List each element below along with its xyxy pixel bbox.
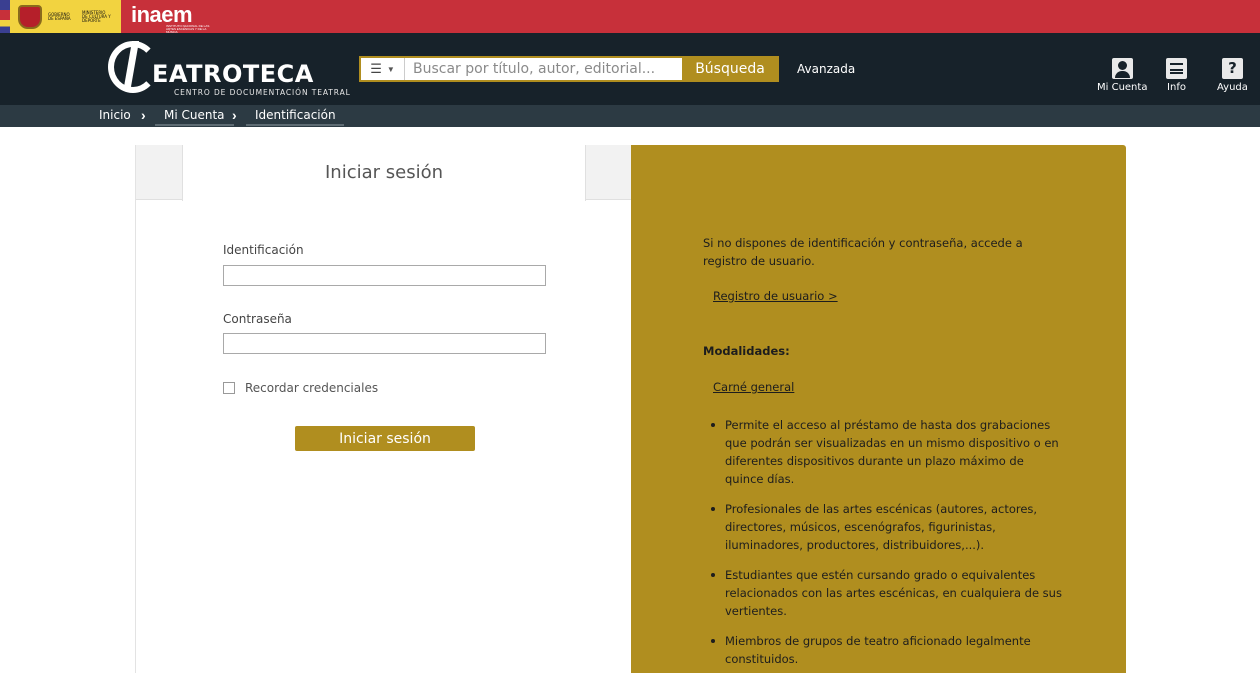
identification-label: Identificación	[223, 243, 304, 257]
list-item: Permite el acceso al préstamo de hasta d…	[711, 416, 1065, 488]
info-label: Info	[1167, 82, 1186, 93]
search-bar: ☰▼ Búsqueda	[359, 56, 779, 82]
login-panel: Iniciar sesión Identificación Contraseña…	[135, 145, 632, 673]
help-button[interactable]: ? Ayuda	[1217, 58, 1248, 93]
breadcrumb-home[interactable]: Inicio	[99, 108, 131, 122]
registration-info-panel: Si no dispones de identificación y contr…	[631, 145, 1126, 673]
menu-icon	[1166, 58, 1187, 79]
ministry-text: MINISTERIO DE CULTURA Y DEPORTE	[82, 9, 111, 23]
identification-input[interactable]	[223, 265, 546, 286]
my-account-label: Mi Cuenta	[1097, 82, 1148, 93]
search-button[interactable]: Búsqueda	[682, 56, 778, 82]
list-item: Profesionales de las artes escénicas (au…	[711, 500, 1065, 554]
modalities-heading: Modalidades:	[703, 344, 790, 358]
chevron-right-icon: ›	[141, 107, 146, 123]
breadcrumb: Inicio › Mi Cuenta › Identificación	[0, 105, 1260, 127]
remember-credentials[interactable]: Recordar credenciales	[223, 381, 378, 395]
tab-strip: Iniciar sesión	[136, 145, 632, 201]
registration-intro: Si no dispones de identificación y contr…	[703, 236, 1023, 268]
breadcrumb-my-account[interactable]: Mi Cuenta	[155, 108, 234, 126]
inaem-logo[interactable]: inaem INSTITUTO NACIONAL DE LAS ARTES ES…	[122, 0, 210, 34]
government-text: GOBIERNO DE ESPAÑA	[48, 11, 71, 21]
search-type-dropdown[interactable]: ☰ ▼	[361, 58, 405, 80]
flag-stripes	[0, 0, 10, 33]
site-header: EATROTECA CENTRO DE DOCUMENTACIÓN TEATRA…	[0, 33, 1260, 105]
chevron-right-icon: ›	[232, 107, 237, 123]
site-subtitle: CENTRO DE DOCUMENTACIÓN TEATRAL	[174, 88, 351, 97]
site-title[interactable]: EATROTECA	[152, 60, 314, 88]
my-account-button[interactable]: Mi Cuenta	[1097, 58, 1147, 93]
general-card-link[interactable]: Carné general	[713, 380, 794, 394]
chevron-down-icon: ▼	[386, 64, 395, 74]
user-icon	[1111, 58, 1133, 79]
list-item: Miembros de grupos de teatro aficionado …	[711, 632, 1065, 668]
password-input[interactable]	[223, 333, 546, 354]
info-button[interactable]: Info	[1166, 58, 1187, 93]
remember-label: Recordar credenciales	[245, 381, 379, 395]
remember-checkbox[interactable]	[223, 382, 235, 394]
ministry-logo[interactable]: GOBIERNO DE ESPAÑA MINISTERIO DE CULTURA…	[0, 0, 121, 33]
login-submit-button[interactable]: Iniciar sesión	[295, 426, 475, 451]
breadcrumb-identification: Identificación	[246, 108, 344, 126]
help-label: Ayuda	[1217, 82, 1248, 93]
tab-login[interactable]: Iniciar sesión	[182, 145, 586, 201]
register-user-link[interactable]: Registro de usuario >	[713, 289, 838, 303]
search-input[interactable]	[405, 58, 682, 80]
coat-of-arms-icon	[18, 4, 42, 29]
advanced-search-link[interactable]: Avanzada	[797, 62, 855, 76]
teatroteca-logo-icon[interactable]	[108, 41, 158, 93]
modalities-list: Permite el acceso al préstamo de hasta d…	[711, 416, 1065, 673]
government-bar: GOBIERNO DE ESPAÑA MINISTERIO DE CULTURA…	[0, 0, 1260, 34]
help-icon: ?	[1221, 58, 1243, 79]
list-item: Estudiantes que estén cursando grado o e…	[711, 566, 1065, 620]
list-icon: ☰	[370, 61, 382, 76]
password-label: Contraseña	[223, 312, 292, 326]
